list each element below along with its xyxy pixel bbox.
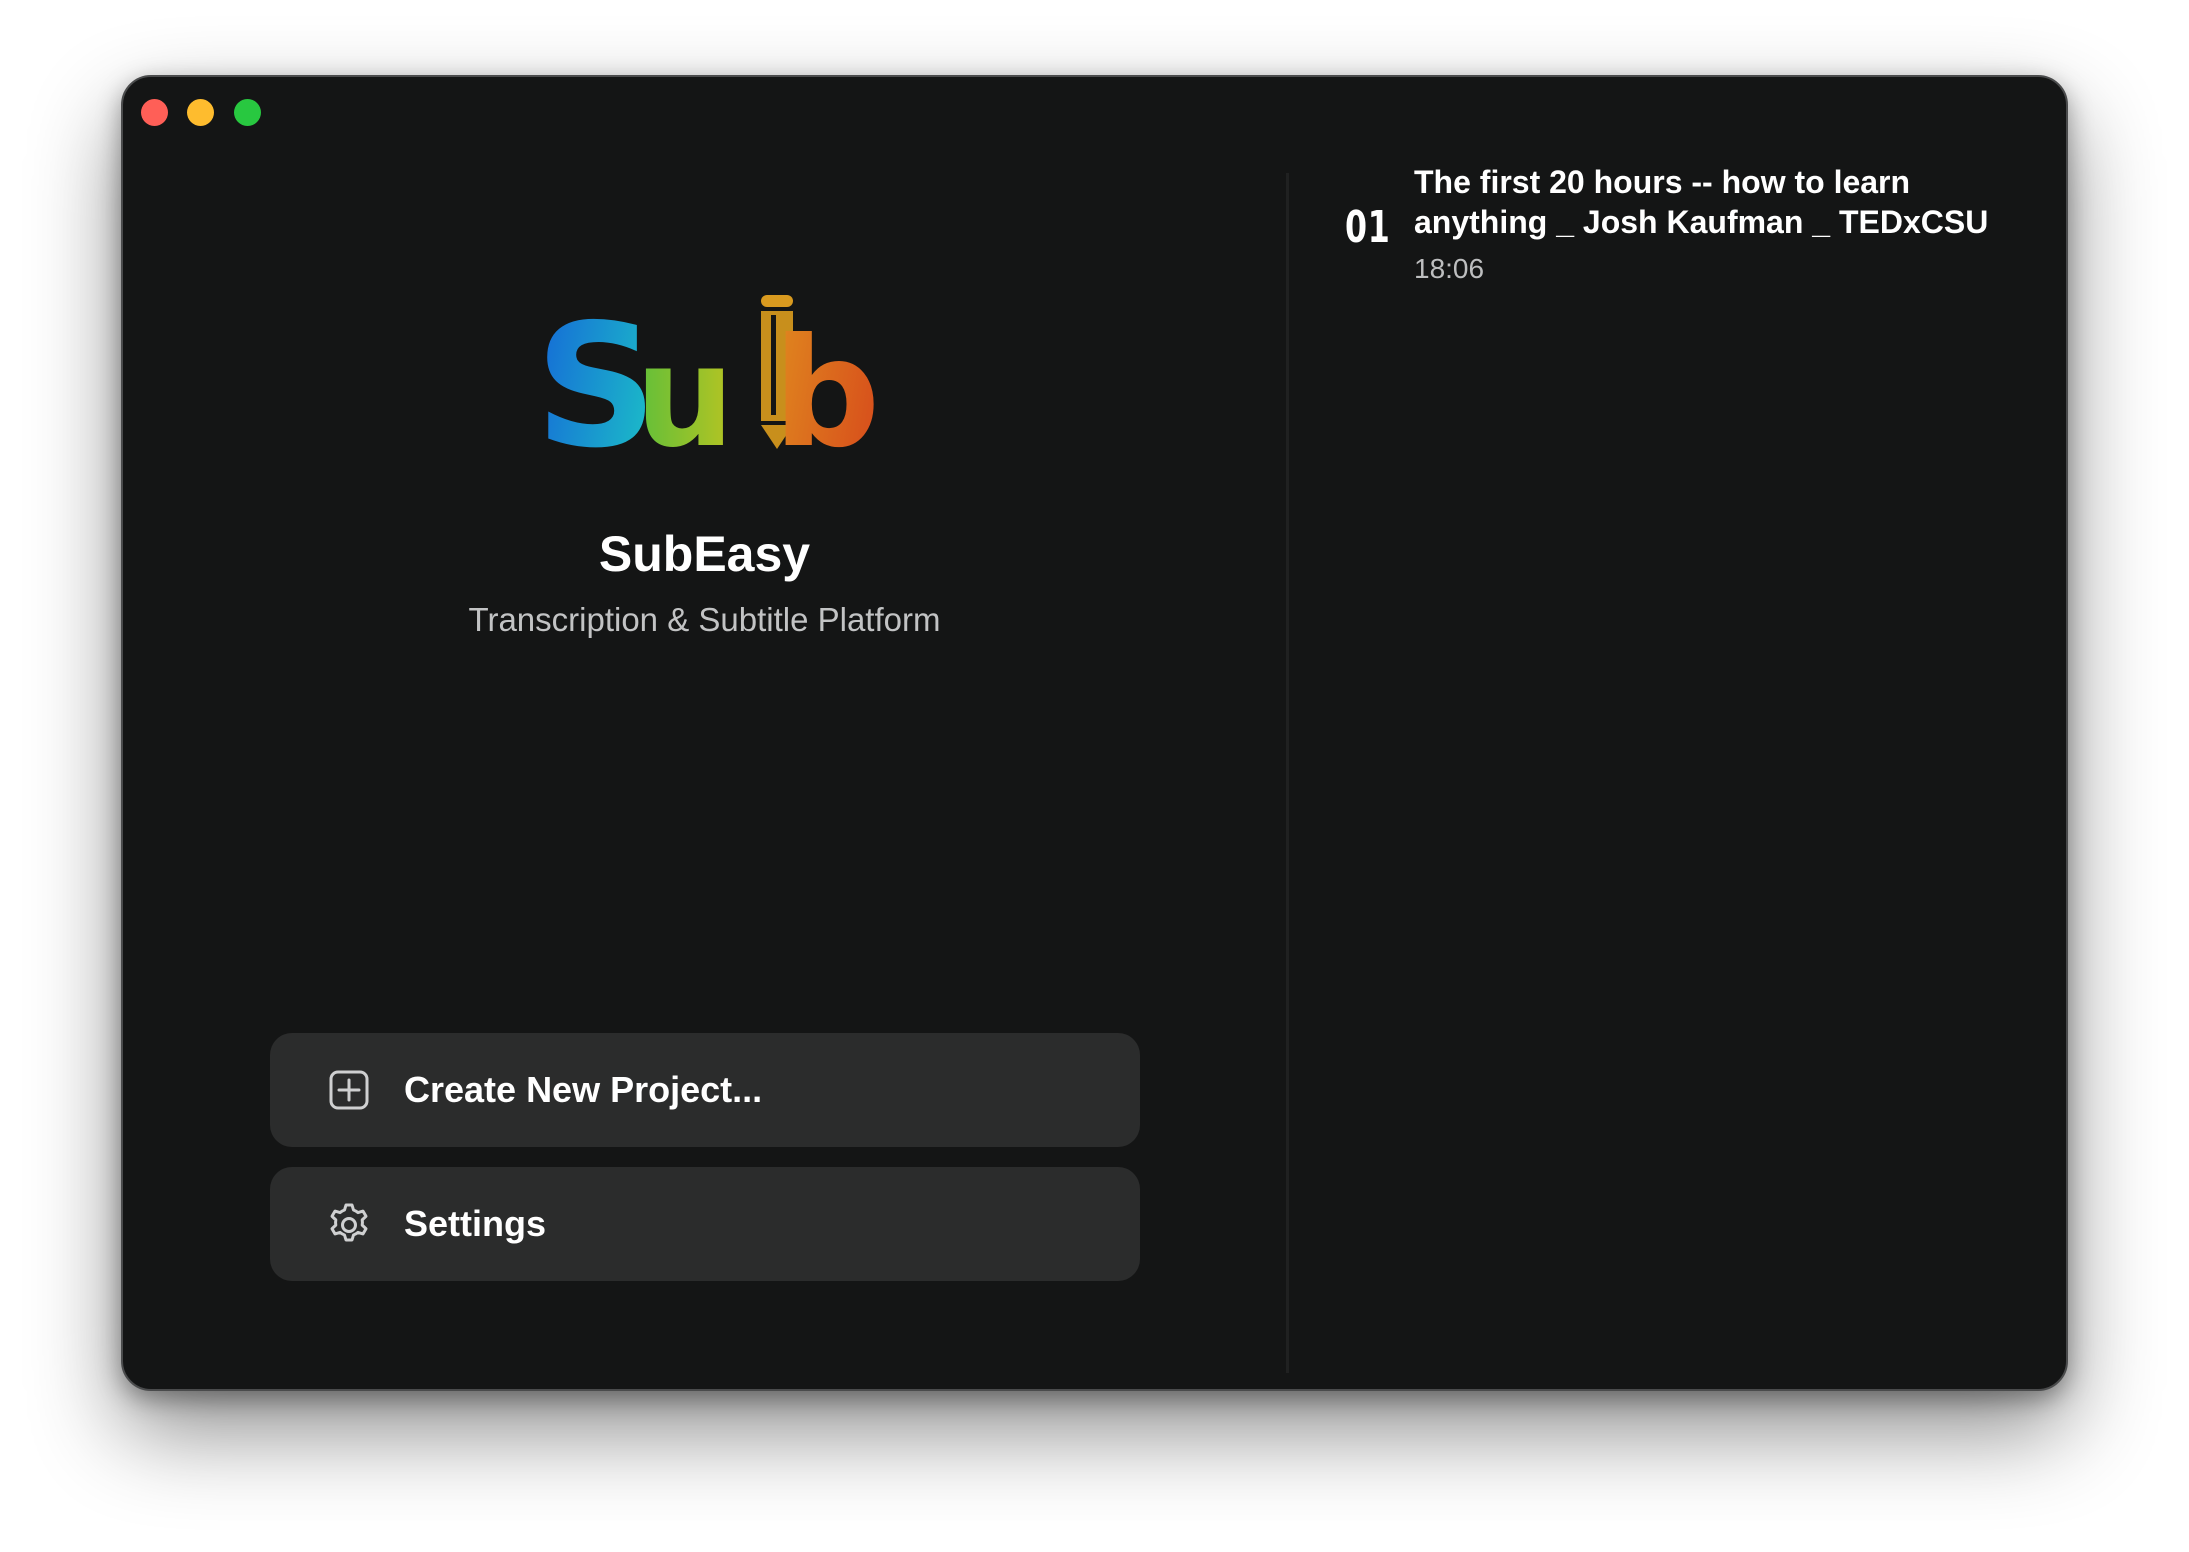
recent-project-item[interactable]: 01 The first 20 hours -- how to learn an… [1289, 162, 2049, 292]
project-title: The first 20 hours -- how to learn anyth… [1414, 164, 1989, 240]
app-window: S u b SubEasy Transcription & Subtitle P… [121, 75, 2068, 1391]
logo-letter-b: b [773, 307, 875, 465]
app-tagline: Transcription & Subtitle Platform [468, 601, 941, 638]
app-name: SubEasy [598, 526, 811, 582]
settings-label: Settings [404, 1203, 547, 1244]
recent-projects-pane: 01 The first 20 hours -- how to learn an… [1289, 77, 2066, 1389]
settings-button[interactable]: Settings [270, 1167, 1140, 1281]
app-logo: S u b [535, 288, 875, 465]
plus-square-icon [326, 1067, 372, 1113]
gear-icon [326, 1201, 372, 1247]
create-new-project-label: Create New Project... [404, 1069, 763, 1110]
project-index: 01 [1345, 202, 1391, 253]
welcome-pane: S u b SubEasy Transcription & Subtitle P… [123, 77, 1286, 1389]
project-duration: 18:06 [1414, 253, 1485, 284]
logo-letter-u: u [635, 316, 735, 465]
create-new-project-button[interactable]: Create New Project... [270, 1033, 1140, 1147]
